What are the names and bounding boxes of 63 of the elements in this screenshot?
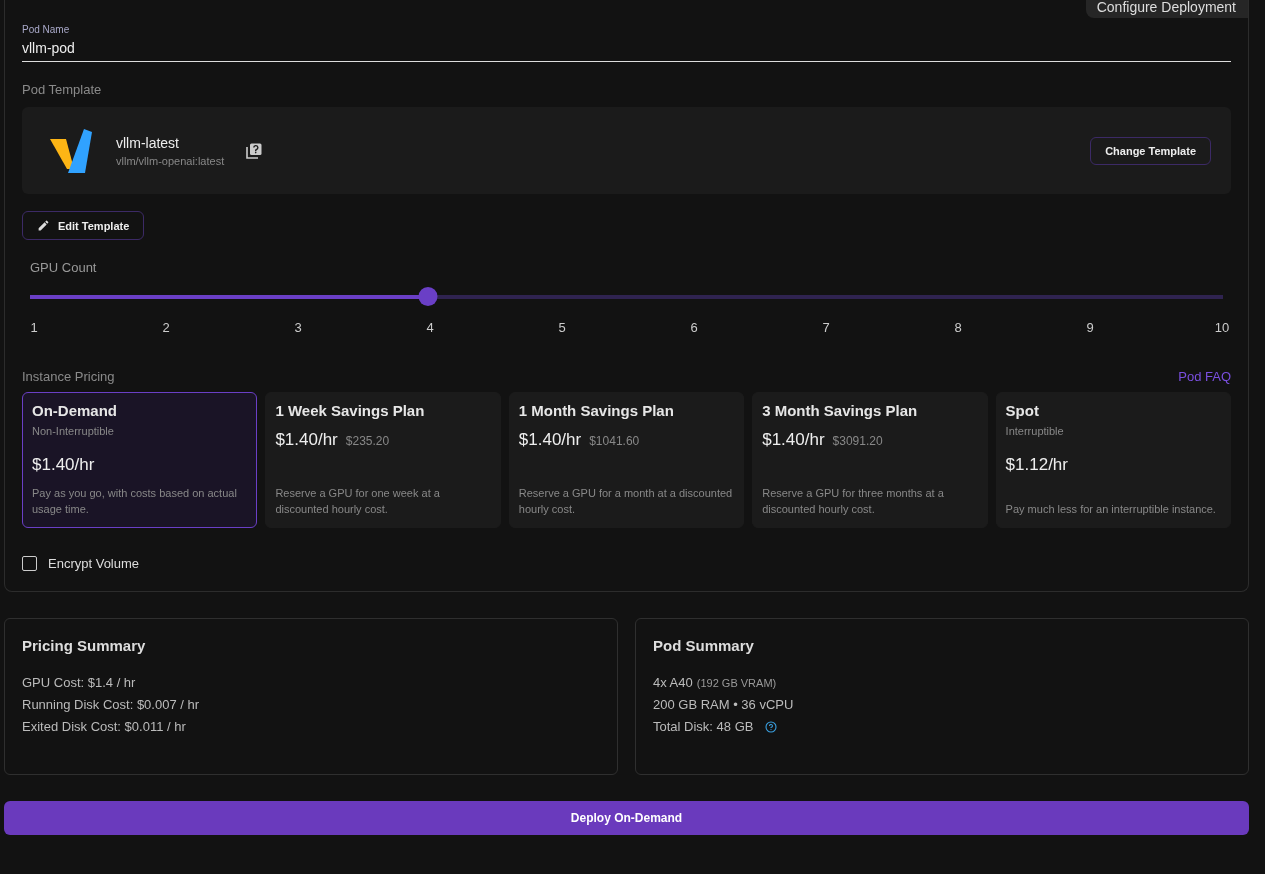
gpu-count-tick-label: 9 (1085, 320, 1095, 335)
pod-faq-link[interactable]: Pod FAQ (1178, 369, 1231, 384)
pricing-plan-card[interactable]: 1 Month Savings Plan $1.40/hr $1041.60 Reserve a GPU for a month at a discounted hourly cost. (508, 392, 745, 528)
plan-price: $1.40/hr (518, 430, 582, 450)
plan-title: 1 Week Savings Plan (275, 402, 426, 419)
gpu-count-tick-label: 2 (161, 320, 171, 335)
gpu-count-tick-label: 10 (1214, 320, 1230, 335)
pricing-plan-card[interactable]: On-Demand Non-Interruptible $1.40/hr Pay as you go, with costs based on actual usage time. (22, 392, 258, 528)
pricing-plan-card[interactable]: 1 Week Savings Plan $1.40/hr $235.20 Reserve a GPU for one week at a discounted hourly cost. (265, 392, 501, 528)
pod-summary-title: Pod Summary (653, 637, 755, 654)
plan-total: $3091.20 (832, 434, 883, 448)
pricing-summary-line: Running Disk Cost: $0.007 / hr (22, 697, 201, 712)
pod-name-input[interactable]: vllm-pod (22, 35, 1231, 62)
change-template-button[interactable]: Change Template (1090, 136, 1211, 165)
pod-template-heading: Pod Template (22, 82, 103, 97)
ram-cpu-spec: 200 GB RAM • 36 vCPU (653, 697, 795, 712)
pod-name-label: Pod Name (22, 24, 71, 35)
plan-description: Reserve a GPU for one week at a discounted hourly cost. (275, 486, 441, 517)
plan-price: $1.12/hr (1005, 455, 1069, 475)
gpu-count-tick-label: 7 (821, 320, 831, 335)
total-disk-spec: Total Disk: 48 GB (653, 719, 754, 734)
plan-description: Reserve a GPU for three months at a discounted hourly cost. (762, 486, 945, 517)
instance-pricing-heading: Instance Pricing (22, 369, 115, 384)
gpu-spec: 4x A40 (653, 675, 693, 690)
gpu-count-tick-label: 6 (689, 320, 699, 335)
v-logo-icon (50, 128, 92, 173)
plan-description: Pay as you go, with costs based on actual usage time. (32, 486, 238, 517)
pricing-summary-line: Exited Disk Cost: $0.011 / hr (22, 719, 187, 734)
plan-price: $1.40/hr (275, 430, 338, 450)
plan-description: Pay much less for an interruptible instance. (1005, 502, 1217, 517)
plan-title: 1 Month Savings Plan (518, 402, 675, 419)
plan-price: $1.40/hr (32, 455, 96, 475)
help-icon[interactable] (765, 720, 778, 733)
gpu-count-tick-label: 8 (953, 320, 963, 335)
pricing-plan-card[interactable]: Spot Interruptible $1.12/hr Pay much less for an interruptible instance. (995, 392, 1231, 528)
plan-total: $235.20 (345, 434, 390, 448)
slider-thumb[interactable] (418, 287, 438, 306)
gpu-count-tick-label: 4 (425, 320, 435, 335)
gpu-count-tick-label: 3 (293, 320, 303, 335)
gpu-count-tick-label: 5 (557, 320, 567, 335)
copy-help-icon[interactable] (246, 142, 263, 159)
plan-total: $1041.60 (589, 434, 640, 448)
pricing-summary-line: GPU Cost: $1.4 / hr (22, 675, 137, 690)
template-image: vllm/vllm-openai:latest (116, 154, 225, 167)
plan-subtitle: Interruptible (1005, 425, 1065, 437)
vram-spec: (192 GB VRAM) (696, 676, 777, 689)
plan-title: Spot (1005, 402, 1040, 419)
pencil-icon (37, 219, 50, 232)
gpu-count-tick-label: 1 (29, 320, 39, 335)
plan-price: $1.40/hr (762, 430, 825, 450)
pricing-plan-card[interactable]: 3 Month Savings Plan $1.40/hr $3091.20 Reserve a GPU for three months at a discounted hourly cost. (752, 392, 988, 528)
encrypt-volume-checkbox[interactable] (22, 556, 37, 571)
edit-template-button[interactable]: Edit Template (22, 211, 145, 240)
configure-deployment-tab[interactable]: Configure Deployment (1085, 0, 1248, 18)
pricing-summary-title: Pricing Summary (22, 637, 147, 654)
template-name: vllm-latest (116, 134, 180, 151)
plan-subtitle: Non-Interruptible (32, 425, 115, 437)
deploy-button[interactable]: Deploy On-Demand (4, 801, 1249, 835)
gpu-count-label: GPU Count (30, 260, 98, 275)
encrypt-volume-label: Encrypt Volume (48, 556, 140, 571)
plan-title: 3 Month Savings Plan (762, 402, 919, 419)
plan-description: Reserve a GPU for a month at a discounted hourly cost. (518, 486, 734, 517)
plan-title: On-Demand (32, 402, 118, 419)
